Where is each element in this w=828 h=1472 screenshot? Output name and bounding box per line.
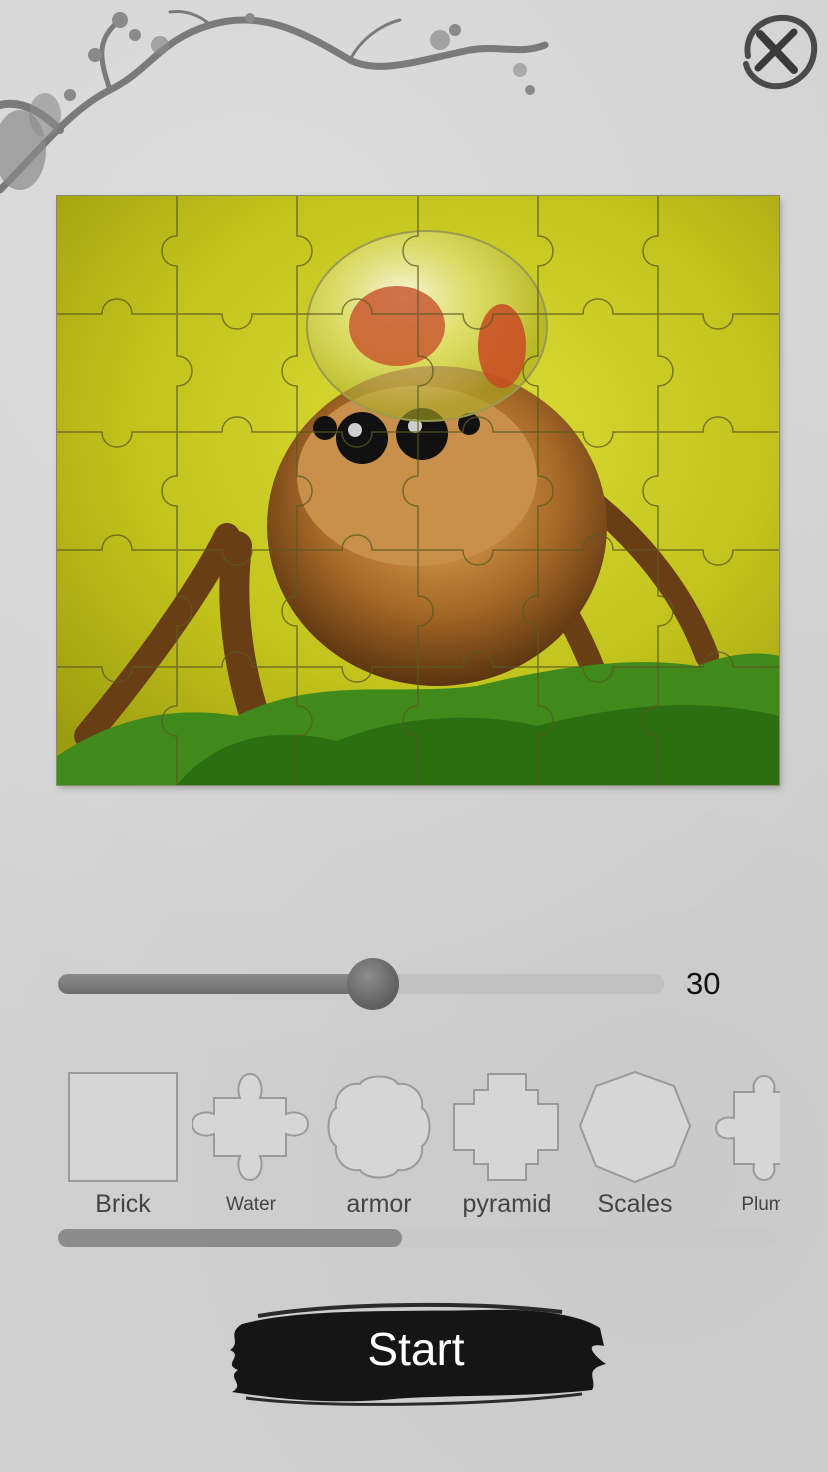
shape-label: Scales — [597, 1190, 673, 1218]
brick-shape-icon — [68, 1072, 178, 1182]
armor-shape-icon — [327, 1075, 431, 1179]
shape-option-plum[interactable]: Plum — [698, 1066, 780, 1226]
shape-scrollbar-thumb[interactable] — [58, 1229, 402, 1247]
close-icon — [743, 14, 818, 90]
close-button[interactable] — [734, 8, 820, 94]
shape-option-brick[interactable]: Brick — [58, 1066, 188, 1226]
shape-label: Plum — [741, 1194, 780, 1215]
puzzle-preview — [57, 196, 779, 785]
plum-branch-icon — [0, 10, 549, 194]
shape-option-armor[interactable]: armor — [314, 1066, 444, 1226]
shape-option-scales[interactable]: Scales — [570, 1066, 700, 1226]
shape-selector[interactable]: Brick Water armor pyramid Scales Plum — [58, 1066, 780, 1226]
shape-label: Brick — [95, 1190, 151, 1218]
puzzle-image — [57, 196, 779, 785]
start-button[interactable]: Start — [222, 1294, 610, 1414]
shape-scrollbar[interactable] — [58, 1229, 776, 1247]
piece-count-slider[interactable] — [58, 958, 664, 1010]
water-shape-icon — [192, 1072, 310, 1182]
shape-option-water[interactable]: Water — [186, 1066, 316, 1226]
pyramid-shape-icon — [453, 1073, 559, 1181]
shape-option-pyramid[interactable]: pyramid — [442, 1066, 572, 1226]
piece-count-value: 30 — [686, 966, 721, 1001]
slider-thumb[interactable] — [347, 958, 400, 1010]
shape-label: Water — [226, 1194, 276, 1215]
shape-label: pyramid — [462, 1190, 552, 1218]
shape-label: armor — [346, 1190, 412, 1218]
start-label: Start — [367, 1323, 465, 1375]
plum-shape-icon — [714, 1074, 780, 1182]
slider-fill — [58, 974, 374, 994]
scales-shape-icon — [578, 1070, 692, 1184]
